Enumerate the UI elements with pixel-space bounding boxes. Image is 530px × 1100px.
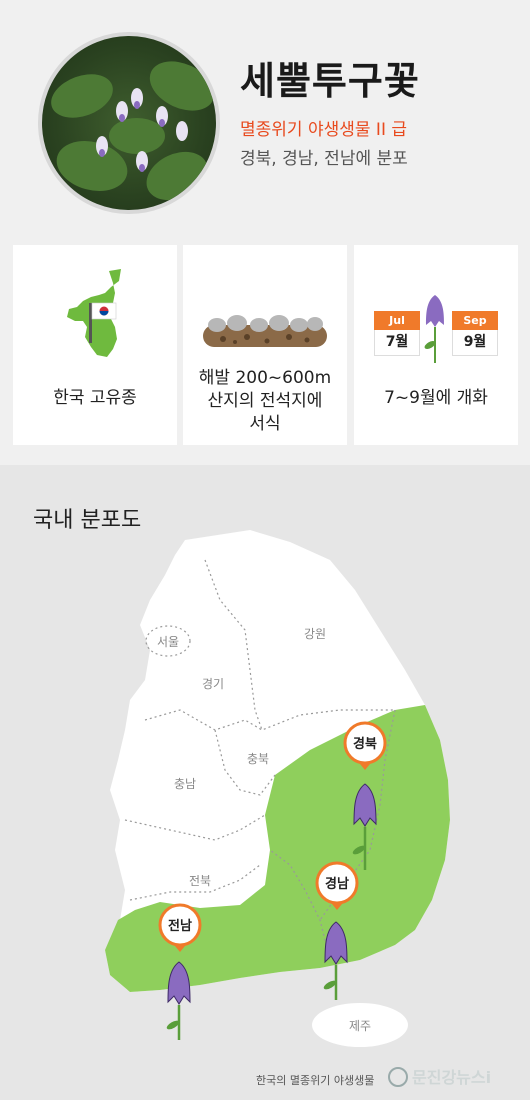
region-jeonbuk: 전북 bbox=[189, 874, 211, 888]
bloom-card: Jul 7월 Sep 9월 7~9월에 개화 bbox=[354, 245, 518, 445]
region-seoul: 서울 bbox=[157, 635, 179, 649]
conservation-status: 멸종위기 야생생물 II 급 bbox=[240, 120, 407, 140]
habitat-label-line1: 해발 200~600m bbox=[198, 368, 332, 388]
region-gyeonggi: 경기 bbox=[202, 677, 224, 691]
pin-jeonnam-label: 전남 bbox=[168, 918, 192, 934]
region-jeju: 제주 bbox=[349, 1019, 371, 1033]
news-logo-text: 문진강뉴스i bbox=[412, 1068, 491, 1087]
start-month-en: Jul bbox=[374, 311, 420, 330]
species-name: 세뿔투구꽃 bbox=[240, 59, 420, 103]
flower-icon bbox=[424, 295, 444, 363]
bloom-label: 7~9월에 개화 bbox=[384, 388, 488, 408]
plant-photo bbox=[38, 32, 220, 214]
start-month-box: Jul 7월 bbox=[374, 311, 420, 356]
region-gangwon: 강원 bbox=[304, 627, 326, 641]
region-chungbuk: 충북 bbox=[247, 752, 269, 766]
habitat-card: 해발 200~600m 산지의 전석지에 서식 bbox=[183, 245, 347, 445]
pin-gyeongnam-label: 경남 bbox=[325, 876, 349, 892]
habitat-label-line2: 산지의 전석지에 bbox=[207, 391, 323, 411]
header-section: 세뿔투구꽃 멸종위기 야생생물 II 급 경북, 경남, 전남에 분포 한국 고… bbox=[0, 0, 530, 465]
distribution-text: 경북, 경남, 전남에 분포 bbox=[240, 149, 408, 169]
start-month-ko: 7월 bbox=[374, 330, 420, 356]
news-logo: 문진강뉴스i bbox=[388, 1067, 491, 1087]
source-credit: 한국의 멸종위기 야생생물 bbox=[256, 1074, 375, 1087]
end-month-box: Sep 9월 bbox=[452, 311, 498, 356]
rocky-soil-icon bbox=[203, 315, 327, 347]
distribution-map: 서울 경기 강원 충남 충북 전북 제주 경북 경남 전남 bbox=[105, 530, 450, 1047]
endemic-label: 한국 고유종 bbox=[53, 388, 137, 408]
endemic-card: 한국 고유종 bbox=[13, 245, 177, 445]
habitat-label-line3: 서식 bbox=[249, 414, 281, 434]
pin-gyeongbuk-label: 경북 bbox=[353, 736, 377, 752]
region-chungnam: 충남 bbox=[174, 777, 196, 791]
end-month-en: Sep bbox=[452, 311, 498, 330]
korea-flag-icon bbox=[89, 302, 117, 343]
end-month-ko: 9월 bbox=[452, 330, 498, 356]
